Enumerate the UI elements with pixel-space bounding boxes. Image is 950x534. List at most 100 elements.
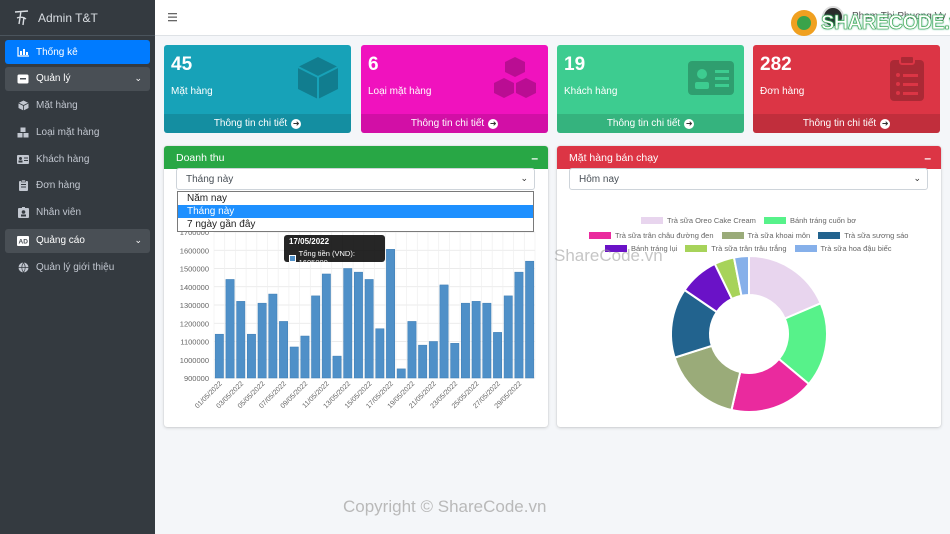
bar [311,295,321,379]
dropdown-option-selected[interactable]: Tháng này [178,205,533,218]
cube-icon [297,57,339,99]
y-tick-label: 1300000 [180,301,209,310]
stat-value: 19 [564,54,586,75]
sidebar-item-khach-hang[interactable]: Khách hàng [5,147,150,171]
y-tick-label: 1600000 [180,246,209,255]
sidebar-item-thong-ke[interactable]: Thống kê [5,40,150,64]
tooltip-title: 17/05/2022 [289,237,330,246]
copyright-text: Copyright © ShareCode.vn [343,497,547,516]
sidebar-item-don-hang[interactable]: Đơn hàng [5,174,150,198]
folder-icon [17,73,29,85]
bar [268,293,278,379]
bar [439,284,449,379]
y-tick-label: 1400000 [180,283,209,292]
bar [375,328,385,379]
sidebar-item-quan-ly[interactable]: Quản lý ⌄ [5,66,150,91]
bar [332,355,342,379]
stat-box-don-hang: 282 Đơn hàng Thông tin chi tiết ➜ [753,45,940,133]
dropdown-option[interactable]: 7 ngày gần đây [178,218,533,231]
sidebar-item-label: Quản lý [36,73,71,85]
y-tick-label: 1000000 [180,356,209,365]
bar [418,344,428,379]
bar [236,301,246,379]
y-tick-label: 1200000 [180,319,209,328]
clipboard-icon [17,180,29,192]
sidebar-item-label: Quản lý giới thiệu [36,262,115,274]
bar [279,321,288,379]
stat-detail-link[interactable]: Thông tin chi tiết ➜ [753,114,940,133]
chevron-down-icon: ⌄ [134,73,142,84]
sidebar-item-label: Khách hàng [36,153,90,165]
sidebar: Admin T&T Thống kê Quản lý ⌄ Mặt hàng Lo… [0,0,155,534]
top-items-doughnut-chart [670,254,828,413]
stat-detail-link[interactable]: Thông tin chi tiết ➜ [557,114,744,133]
stat-label: Khách hàng [564,86,618,97]
stat-box-mat-hang: 45 Mặt hàng Thông tin chi tiết ➜ [164,45,351,133]
cubes-icon [494,57,536,98]
chevron-down-icon: ⌄ [134,235,142,246]
sidebar-item-label: Loại mặt hàng [36,126,100,138]
sidebar-item-nhan-vien[interactable]: Nhân viên [5,201,150,225]
bar [300,335,310,379]
brand-title: Admin T&T [38,10,98,25]
id-card-icon [688,61,734,95]
y-tick-label: 1500000 [180,265,209,274]
bar [525,260,535,379]
y-tick-label: 1100000 [180,338,209,347]
sidebar-item-label: Thống kê [36,46,78,58]
stat-box-khach-hang: 19 Khách hàng Thông tin chi tiết ➜ [557,45,744,133]
top-items-card: Mặt hàng bán chạy – Hôm nay ⌄ Trà sữa Or… [557,146,941,427]
bar [386,249,395,379]
stat-footer-label: Thông tin chi tiết [606,118,681,129]
tooltip-text: Tổng tiền (VND): 1605000 [298,249,355,267]
bar [247,333,256,379]
stat-box-loai-mat-hang: 6 Loại mặt hàng Thông tin chi tiết ➜ [361,45,548,133]
topbar: Pham Thi Phuong Vy SHARECODE.vn [155,0,950,36]
bar [343,268,353,379]
sidebar-item-label: Đơn hàng [36,180,81,192]
stat-detail-link[interactable]: Thông tin chi tiết ➜ [164,114,351,133]
stat-value: 45 [171,54,193,75]
bar [503,295,513,379]
revenue-bar-chart: 900000 1000000 1100000 1200000 1300000 140000… [180,228,536,410]
chart-bar-icon [17,46,29,58]
stat-footer-label: Thông tin chi tiết [213,118,288,129]
watermark-text: SHARECODE.vn [821,11,950,34]
bar [364,279,374,379]
bar [321,273,331,379]
chart-tooltip: 17/05/2022 Tổng tiền (VND): 1605000 [284,235,385,267]
stat-footer-label: Thông tin chi tiết [802,118,877,129]
hamburger-menu-icon[interactable] [167,11,179,23]
sidebar-item-mat-hang[interactable]: Mặt hàng [5,94,150,118]
brand[interactable]: Admin T&T [0,0,155,36]
cubes-icon [17,126,29,138]
user-badge-icon [17,207,29,219]
sharecode-logo-icon [791,10,817,36]
svg-text:AD: AD [19,238,29,245]
bar [493,332,502,379]
revenue-card: Doanh thu – Tháng này ⌄ Năm nay Tháng nà… [164,146,548,427]
watermark-logo: SHARECODE.vn [791,10,950,36]
sidebar-nav: Thống kê Quản lý ⌄ Mặt hàng Loại mặt hàn… [0,36,155,286]
stat-value: 6 [368,54,379,75]
arrow-right-icon: ➜ [291,118,302,129]
dropdown-option[interactable]: Năm nay [178,192,533,205]
cube-icon [17,100,29,112]
sidebar-item-quan-ly-gioi-thieu[interactable]: Quản lý giới thiệu [5,256,150,280]
watermark-center: ShareCode.vn [554,246,663,265]
bar [225,279,235,379]
stat-detail-link[interactable]: Thông tin chi tiết ➜ [361,114,548,133]
arrow-right-icon: ➜ [684,118,695,129]
bar [407,321,417,379]
clipboard-list-icon [890,55,924,101]
globe-icon [17,262,29,274]
sidebar-item-label: Mặt hàng [36,100,78,112]
bar [257,302,267,379]
stat-label: Đơn hàng [760,86,805,97]
stat-label: Mặt hàng [171,86,213,97]
revenue-period-dropdown: Năm nay Tháng này 7 ngày gần đây [177,191,534,232]
sidebar-item-quang-cao[interactable]: AD Quảng cáo ⌄ [5,228,150,253]
sidebar-item-loai-mat-hang[interactable]: Loại mặt hàng [5,120,150,144]
stat-value: 282 [760,54,792,75]
stat-label: Loại mặt hàng [368,86,432,97]
